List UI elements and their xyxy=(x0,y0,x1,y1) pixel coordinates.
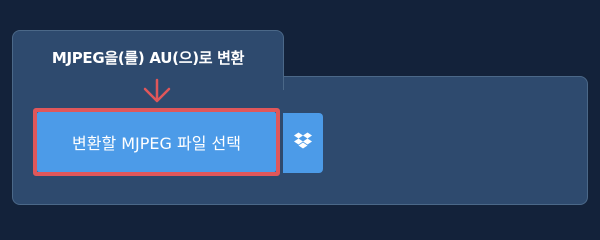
converter-title: MJPEG을(를) AU(으)로 변환 xyxy=(51,49,245,67)
dropbox-button[interactable] xyxy=(283,113,323,173)
down-arrow-icon xyxy=(140,78,174,108)
dropbox-icon xyxy=(293,132,313,154)
select-file-button[interactable]: 변환할 MJPEG 파일 선택 xyxy=(37,112,276,172)
